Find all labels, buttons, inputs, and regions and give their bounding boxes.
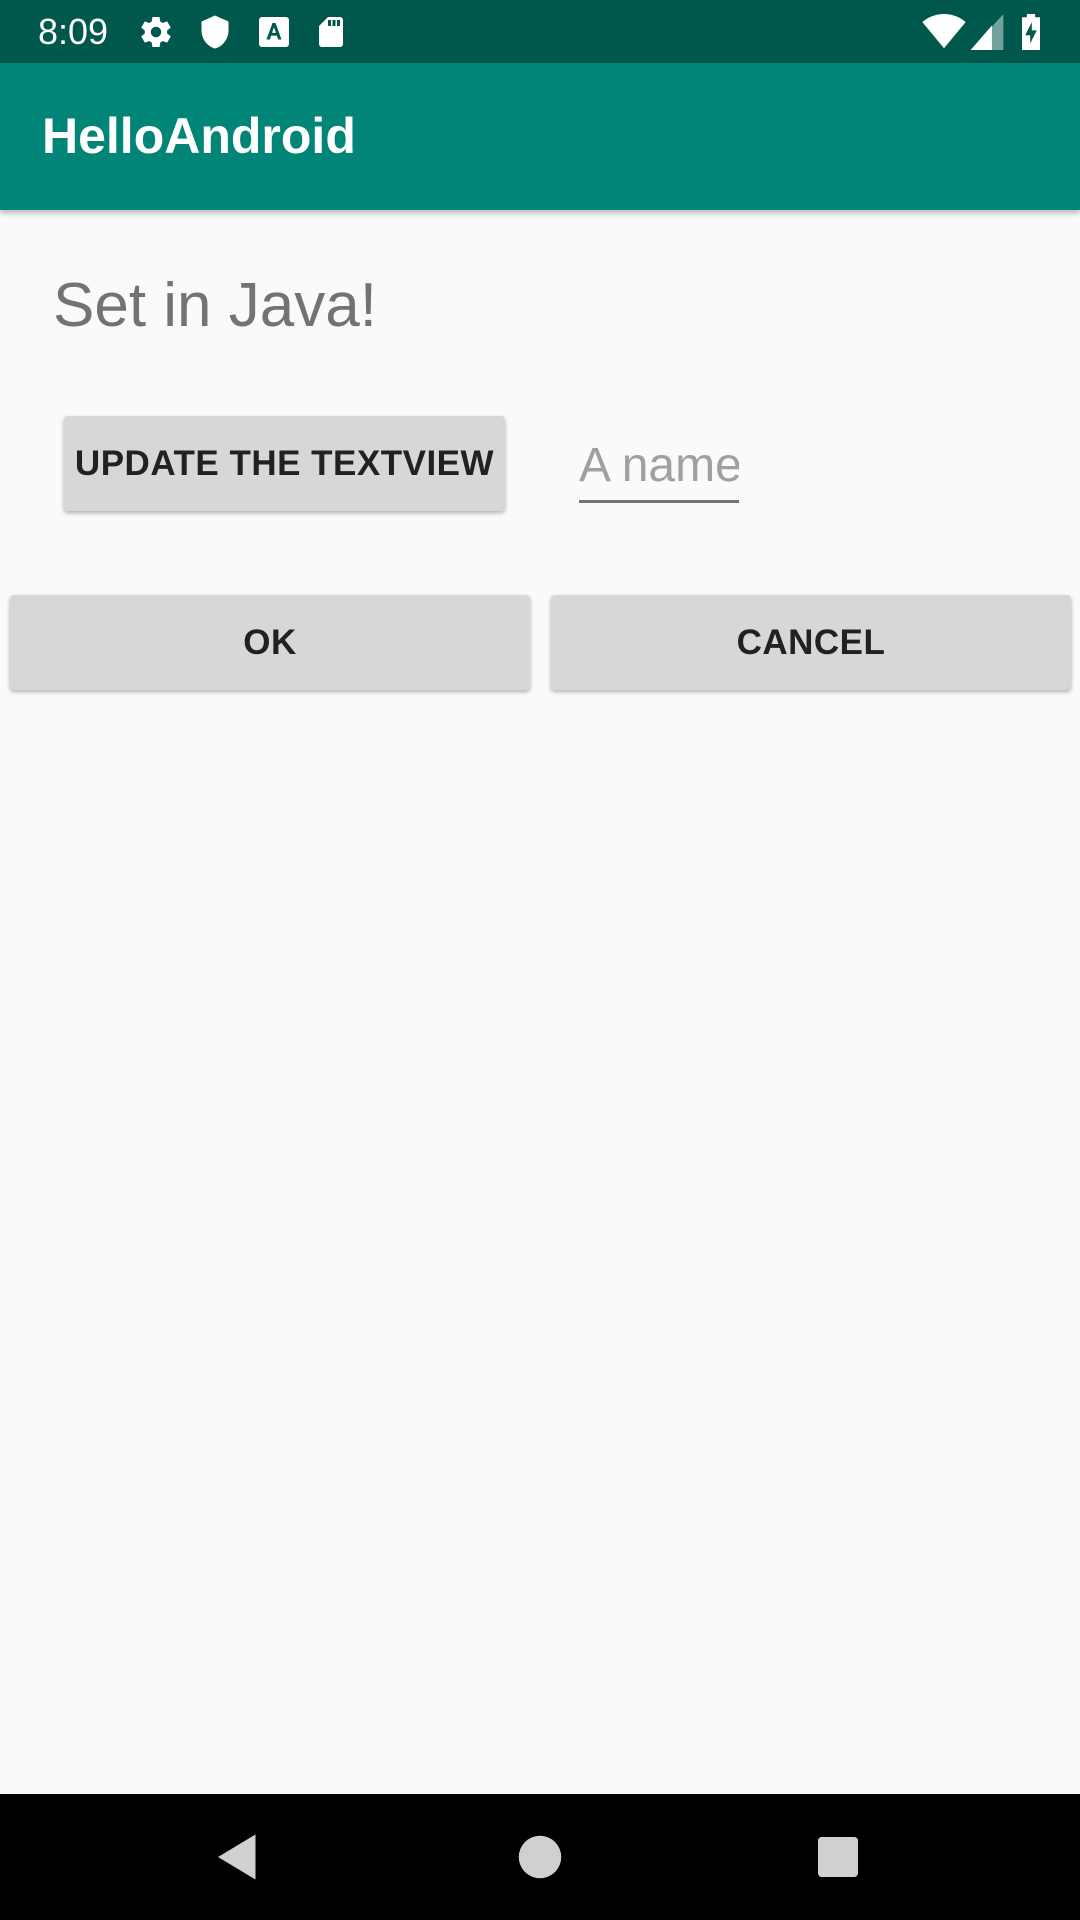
app-bar: HelloAndroid	[0, 63, 1080, 210]
wifi-icon	[922, 14, 966, 50]
navigation-bar	[0, 1794, 1080, 1920]
status-time: 8:09	[38, 11, 109, 52]
status-bar: 8:09	[0, 0, 1080, 63]
home-icon[interactable]	[510, 1827, 570, 1887]
cell-signal-icon	[970, 14, 1004, 50]
font-download-icon	[256, 14, 292, 50]
cancel-button[interactable]: CANCEL	[551, 595, 1071, 690]
text-view: Set in Java!	[53, 271, 377, 340]
recents-icon[interactable]	[808, 1827, 868, 1887]
shield-icon	[197, 14, 233, 50]
update-textview-button[interactable]: UPDATE THE TEXTVIEW	[64, 416, 505, 511]
name-input[interactable]	[579, 430, 739, 503]
sd-card-icon	[313, 14, 349, 50]
back-icon[interactable]	[208, 1827, 268, 1887]
ok-button[interactable]: OK	[10, 595, 530, 690]
app-title: HelloAndroid	[42, 108, 356, 164]
gear-icon	[138, 14, 174, 50]
battery-charging-icon	[1018, 14, 1044, 50]
